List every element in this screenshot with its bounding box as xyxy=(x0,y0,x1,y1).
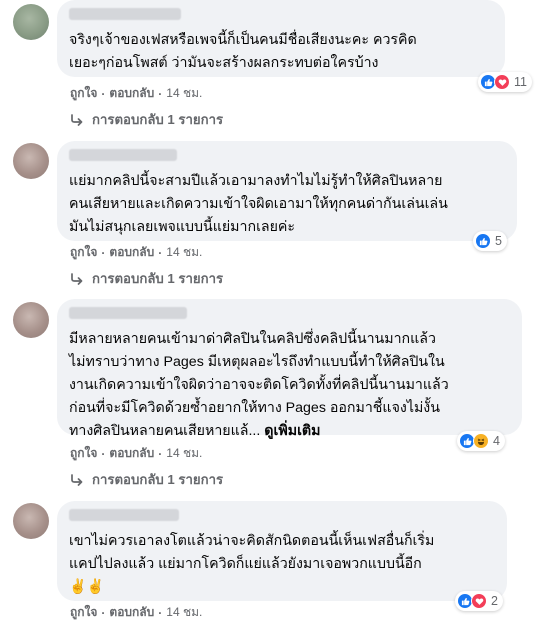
comment-bubble: จริงๆเจ้าของเฟสหรือเพจนี้ก็เป็นคนมีชื่อเ… xyxy=(57,0,505,77)
timestamp[interactable]: 14 ชม. xyxy=(166,444,202,463)
like-button[interactable]: ถูกใจ xyxy=(70,243,97,262)
comment-actions: ถูกใจ · ตอบกลับ · 14 ชม. xyxy=(70,603,202,622)
avatar[interactable] xyxy=(13,302,49,338)
reaction-summary[interactable]: 4 xyxy=(457,431,505,451)
reply-arrow-icon xyxy=(71,113,83,126)
view-replies-link[interactable]: การตอบกลับ 1 รายการ xyxy=(70,268,223,289)
reaction-summary[interactable]: 11 xyxy=(478,72,532,92)
comment-text-body: มีหลายหลายคนเข้ามาด่าศิลปินในคลิปซึ่งคลิ… xyxy=(69,331,449,439)
separator: · xyxy=(158,605,163,620)
timestamp[interactable]: 14 ชม. xyxy=(166,84,202,103)
reply-button[interactable]: ตอบกลับ xyxy=(109,243,154,262)
reply-button[interactable]: ตอบกลับ xyxy=(109,603,154,622)
author-name-blurred[interactable] xyxy=(69,149,177,161)
separator: · xyxy=(101,605,106,620)
like-icon xyxy=(475,233,492,249)
author-name-blurred[interactable] xyxy=(69,8,181,20)
timestamp[interactable]: 14 ชม. xyxy=(166,243,202,262)
reaction-summary[interactable]: 5 xyxy=(473,231,507,251)
replies-label[interactable]: การตอบกลับ 1 รายการ xyxy=(92,268,223,289)
comment-bubble: เขาไม่ควรเอาลงโตแล้วน่าจะคิดสักนิดตอนนี้… xyxy=(57,501,507,601)
like-button[interactable]: ถูกใจ xyxy=(70,84,97,103)
timestamp[interactable]: 14 ชม. xyxy=(166,603,202,622)
reply-button[interactable]: ตอบกลับ xyxy=(109,444,154,463)
avatar[interactable] xyxy=(13,503,49,539)
comment-text: เขาไม่ควรเอาลงโตแล้วน่าจะคิดสักนิดตอนนี้… xyxy=(69,533,435,595)
separator: · xyxy=(158,86,163,101)
separator: · xyxy=(101,245,106,260)
reaction-count: 4 xyxy=(493,434,500,448)
reply-button[interactable]: ตอบกลับ xyxy=(109,84,154,103)
author-name-blurred[interactable] xyxy=(69,509,179,521)
separator: · xyxy=(158,446,163,461)
like-button[interactable]: ถูกใจ xyxy=(70,603,97,622)
comment-actions: ถูกใจ · ตอบกลับ · 14 ชม. xyxy=(70,84,202,103)
reaction-count: 11 xyxy=(514,75,527,89)
comment-actions: ถูกใจ · ตอบกลับ · 14 ชม. xyxy=(70,243,202,262)
view-replies-link[interactable]: การตอบกลับ 1 รายการ xyxy=(70,109,223,130)
haha-icon xyxy=(473,433,490,449)
love-icon xyxy=(471,593,488,609)
reaction-count: 5 xyxy=(495,234,502,248)
replies-label[interactable]: การตอบกลับ 1 รายการ xyxy=(92,469,223,490)
replies-label[interactable]: การตอบกลับ 1 รายการ xyxy=(92,109,223,130)
reaction-count: 2 xyxy=(491,594,498,608)
see-more-link[interactable]: ดูเพิ่มเติม xyxy=(264,423,320,439)
love-icon xyxy=(494,74,511,90)
view-replies-link[interactable]: การตอบกลับ 1 รายการ xyxy=(70,469,223,490)
separator: · xyxy=(101,446,106,461)
reaction-summary[interactable]: 2 xyxy=(455,591,503,611)
like-button[interactable]: ถูกใจ xyxy=(70,444,97,463)
reply-arrow-icon xyxy=(71,272,83,285)
reply-arrow-icon xyxy=(71,473,83,486)
avatar[interactable] xyxy=(13,143,49,179)
comment-actions: ถูกใจ · ตอบกลับ · 14 ชม. xyxy=(70,444,202,463)
comment-text: จริงๆเจ้าของเฟสหรือเพจนี้ก็เป็นคนมีชื่อเ… xyxy=(69,32,417,71)
author-name-blurred[interactable] xyxy=(69,307,187,319)
comment-text: แย่มากคลิปนี้จะสามปีแล้วเอามาลงทำไมไม่รู… xyxy=(69,173,448,235)
separator: · xyxy=(158,245,163,260)
comment-bubble: มีหลายหลายคนเข้ามาด่าศิลปินในคลิปซึ่งคลิ… xyxy=(57,299,522,439)
avatar[interactable] xyxy=(13,4,49,40)
comment-text: มีหลายหลายคนเข้ามาด่าศิลปินในคลิปซึ่งคลิ… xyxy=(69,328,510,443)
comment-bubble: แย่มากคลิปนี้จะสามปีแล้วเอามาลงทำไมไม่รู… xyxy=(57,141,517,241)
separator: · xyxy=(101,86,106,101)
